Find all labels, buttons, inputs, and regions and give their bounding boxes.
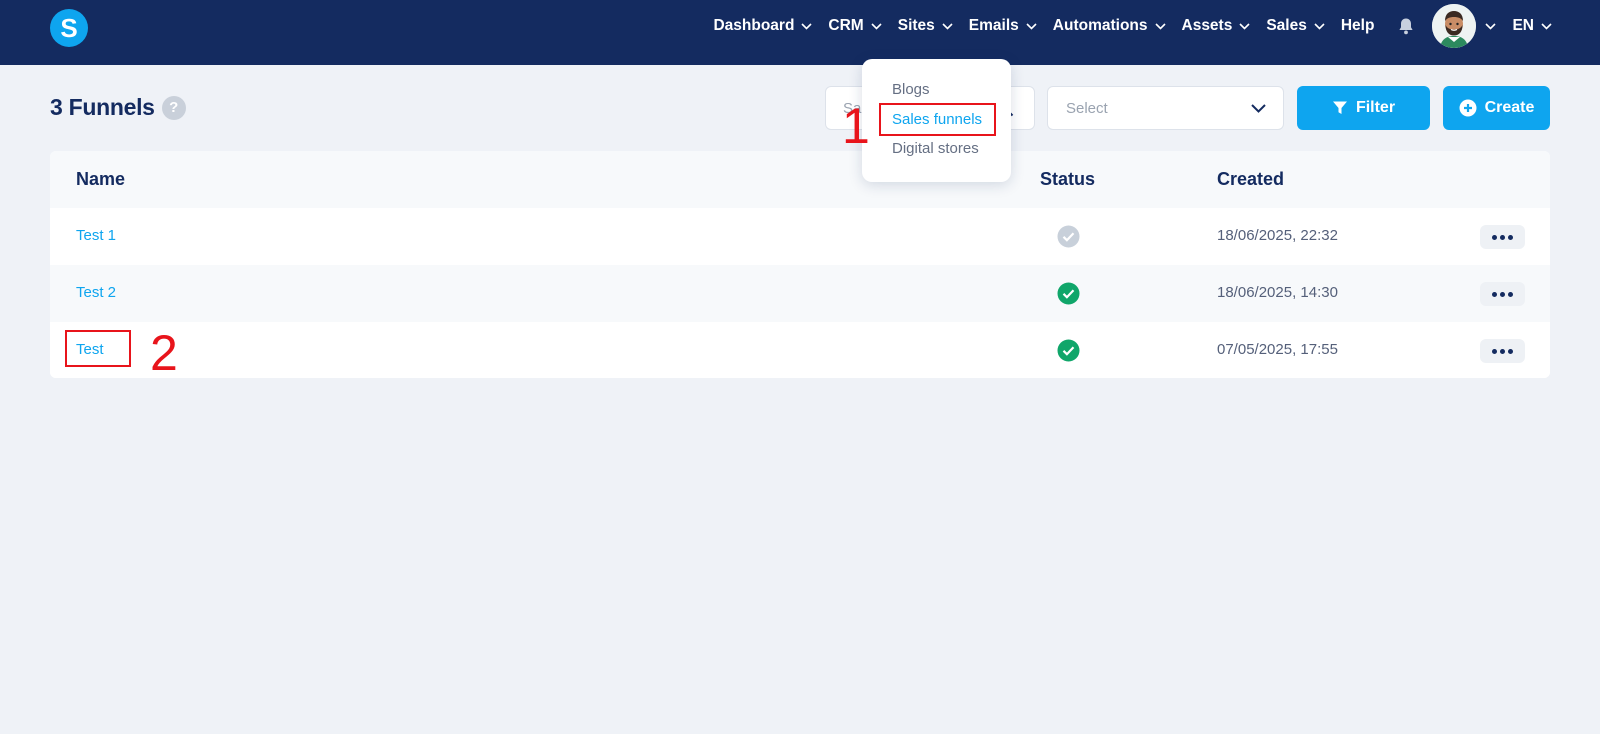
- main-nav: Dashboard CRM Sites Emails Automations A…: [697, 0, 1552, 52]
- plus-circle-icon: [1459, 99, 1477, 117]
- chevron-down-icon: [871, 22, 882, 30]
- nav-item-label: CRM: [828, 17, 864, 34]
- annotation-step-number: 2: [150, 325, 178, 381]
- chevron-down-icon: [1239, 22, 1250, 30]
- chevron-down-icon: [1541, 22, 1552, 30]
- filter-button-label: Filter: [1355, 99, 1396, 116]
- column-header-name[interactable]: Name: [76, 169, 125, 190]
- table-header: Name Status Created: [50, 151, 1550, 208]
- chevron-down-icon: [1314, 22, 1325, 30]
- annotation-highlight-box: [879, 103, 996, 136]
- chevron-down-icon: [1026, 22, 1037, 30]
- table-row: Test 1 18/06/2025, 22:32: [50, 208, 1550, 265]
- create-button[interactable]: Create: [1443, 86, 1550, 130]
- nav-item-sites[interactable]: Sites: [898, 17, 953, 35]
- column-header-status[interactable]: Status: [1040, 169, 1095, 190]
- chevron-down-icon: [1251, 104, 1266, 113]
- created-date: 07/05/2025, 17:55: [1217, 341, 1338, 358]
- app-logo[interactable]: S: [50, 9, 88, 47]
- language-selector[interactable]: EN: [1512, 17, 1552, 35]
- language-label: EN: [1512, 17, 1534, 34]
- chevron-down-icon: [801, 22, 812, 30]
- create-button-label: Create: [1484, 99, 1535, 116]
- row-actions-button[interactable]: [1480, 339, 1525, 363]
- nav-item-help[interactable]: Help: [1341, 17, 1375, 35]
- nav-item-crm[interactable]: CRM: [828, 17, 882, 35]
- column-header-created[interactable]: Created: [1217, 169, 1284, 190]
- dropdown-item-blogs[interactable]: Blogs: [892, 81, 930, 98]
- filter-button[interactable]: Filter: [1297, 86, 1430, 130]
- nav-item-sales[interactable]: Sales: [1266, 17, 1325, 35]
- chevron-down-icon: [1485, 22, 1497, 30]
- page-header: 3 Funnels ?: [50, 94, 186, 121]
- nav-item-label: Emails: [968, 17, 1019, 34]
- nav-item-label: Help: [1340, 17, 1375, 34]
- help-icon[interactable]: ?: [161, 95, 186, 120]
- row-actions-button[interactable]: [1480, 225, 1525, 249]
- nav-item-emails[interactable]: Emails: [969, 17, 1037, 35]
- nav-item-dashboard[interactable]: Dashboard: [713, 17, 812, 35]
- status-active-icon: [1057, 282, 1080, 305]
- funnels-table: Name Status Created Test 1 18/06/2025, 2…: [50, 151, 1550, 378]
- page-title: 3 Funnels: [50, 94, 155, 120]
- chevron-down-icon: [1154, 22, 1166, 30]
- select-placeholder: Select: [1066, 99, 1108, 117]
- annotation-step-number: 1: [842, 98, 870, 154]
- row-actions-button[interactable]: [1480, 282, 1525, 306]
- status-active-icon: [1057, 339, 1080, 362]
- created-date: 18/06/2025, 14:30: [1217, 284, 1338, 301]
- funnel-name-link[interactable]: Test 2: [76, 284, 116, 301]
- bell-icon[interactable]: [1396, 16, 1416, 36]
- nav-item-label: Dashboard: [713, 17, 795, 34]
- table-row: Test 2 18/06/2025, 14:30: [50, 265, 1550, 322]
- filter-icon: [1332, 101, 1347, 114]
- dropdown-item-digital-stores[interactable]: Digital stores: [892, 140, 979, 157]
- status-inactive-icon: [1057, 225, 1080, 248]
- annotation-highlight-box: [65, 330, 131, 367]
- nav-item-label: Sites: [897, 17, 935, 34]
- avatar[interactable]: [1432, 4, 1477, 48]
- nav-item-automations[interactable]: Automations: [1053, 17, 1166, 35]
- funnel-name-link[interactable]: Test 1: [76, 227, 116, 244]
- user-menu[interactable]: [1416, 4, 1497, 48]
- created-date: 18/06/2025, 22:32: [1217, 227, 1338, 244]
- chevron-down-icon: [942, 22, 953, 30]
- nav-item-label: Sales: [1266, 17, 1307, 34]
- nav-item-assets[interactable]: Assets: [1182, 17, 1251, 35]
- nav-item-label: Assets: [1181, 17, 1233, 34]
- table-row: Test 07/05/2025, 17:55: [50, 322, 1550, 378]
- top-navigation-bar: S Dashboard CRM Sites Emails Automations…: [0, 0, 1600, 65]
- status-select[interactable]: Select: [1047, 86, 1284, 130]
- nav-item-label: Automations: [1052, 17, 1148, 34]
